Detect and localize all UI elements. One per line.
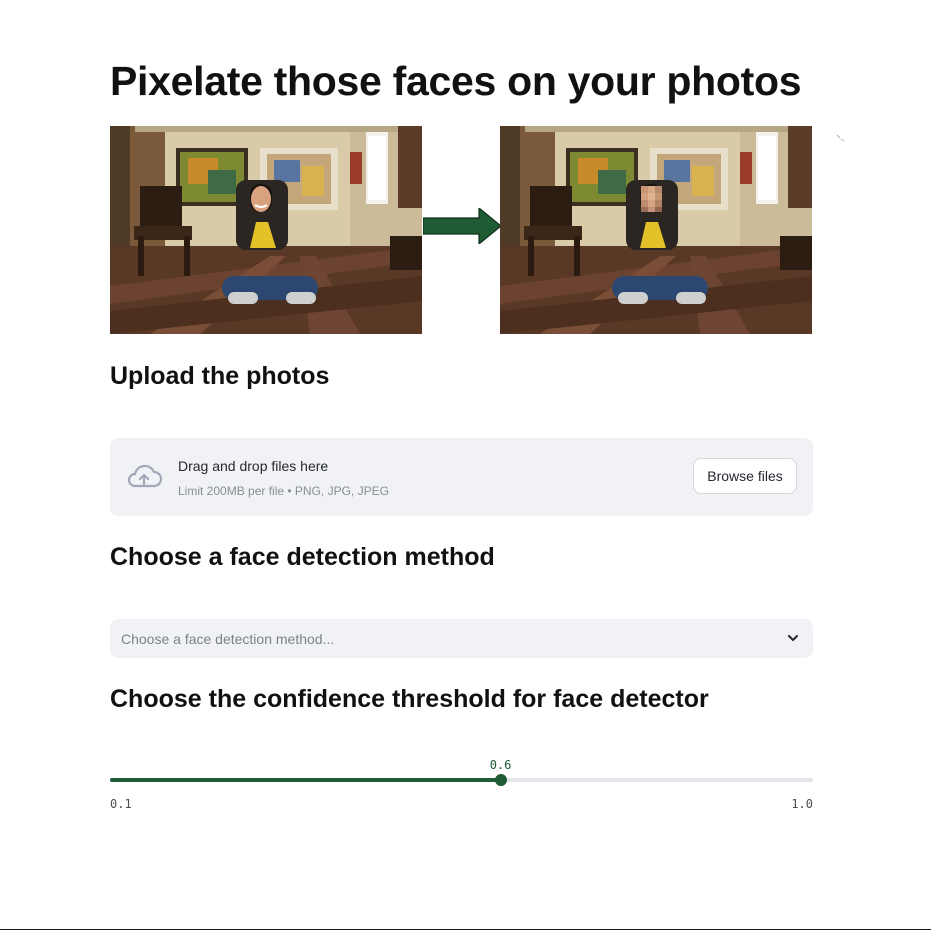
face-detection-method-select[interactable]: Choose a face detection method... — [110, 619, 813, 658]
slider-thumb[interactable] — [494, 774, 507, 786]
confidence-threshold-slider[interactable]: 0.6 0.1 1.0 — [110, 755, 813, 815]
pixelated-face — [641, 186, 662, 212]
threshold-heading: Choose the confidence threshold for face… — [110, 685, 709, 713]
upload-heading: Upload the photos — [110, 362, 330, 390]
page-title: Pixelate those faces on your photos — [110, 58, 802, 104]
pixelated-photo — [500, 126, 812, 334]
file-dropzone[interactable]: Drag and drop files here Limit 200MB per… — [110, 438, 813, 516]
bottom-divider — [0, 929, 931, 930]
cloud-upload-icon — [127, 464, 163, 488]
method-heading: Choose a face detection method — [110, 543, 495, 571]
slider-value-label: 0.6 — [489, 758, 512, 772]
original-photo — [110, 126, 422, 334]
slider-track-fill — [110, 778, 501, 782]
chevron-down-icon — [788, 635, 798, 641]
dropzone-limits: Limit 200MB per file • PNG, JPG, JPEG — [178, 484, 389, 498]
slider-track[interactable] — [110, 778, 813, 782]
hero-illustration — [110, 126, 813, 334]
select-placeholder: Choose a face detection method... — [121, 631, 335, 647]
dropzone-instruction: Drag and drop files here — [178, 458, 329, 474]
browse-files-button[interactable]: Browse files — [693, 458, 797, 494]
arrow-right-icon — [423, 208, 501, 244]
slider-max-label: 1.0 — [791, 797, 813, 811]
resize-hint-icon — [836, 134, 845, 142]
slider-min-label: 0.1 — [110, 797, 132, 811]
